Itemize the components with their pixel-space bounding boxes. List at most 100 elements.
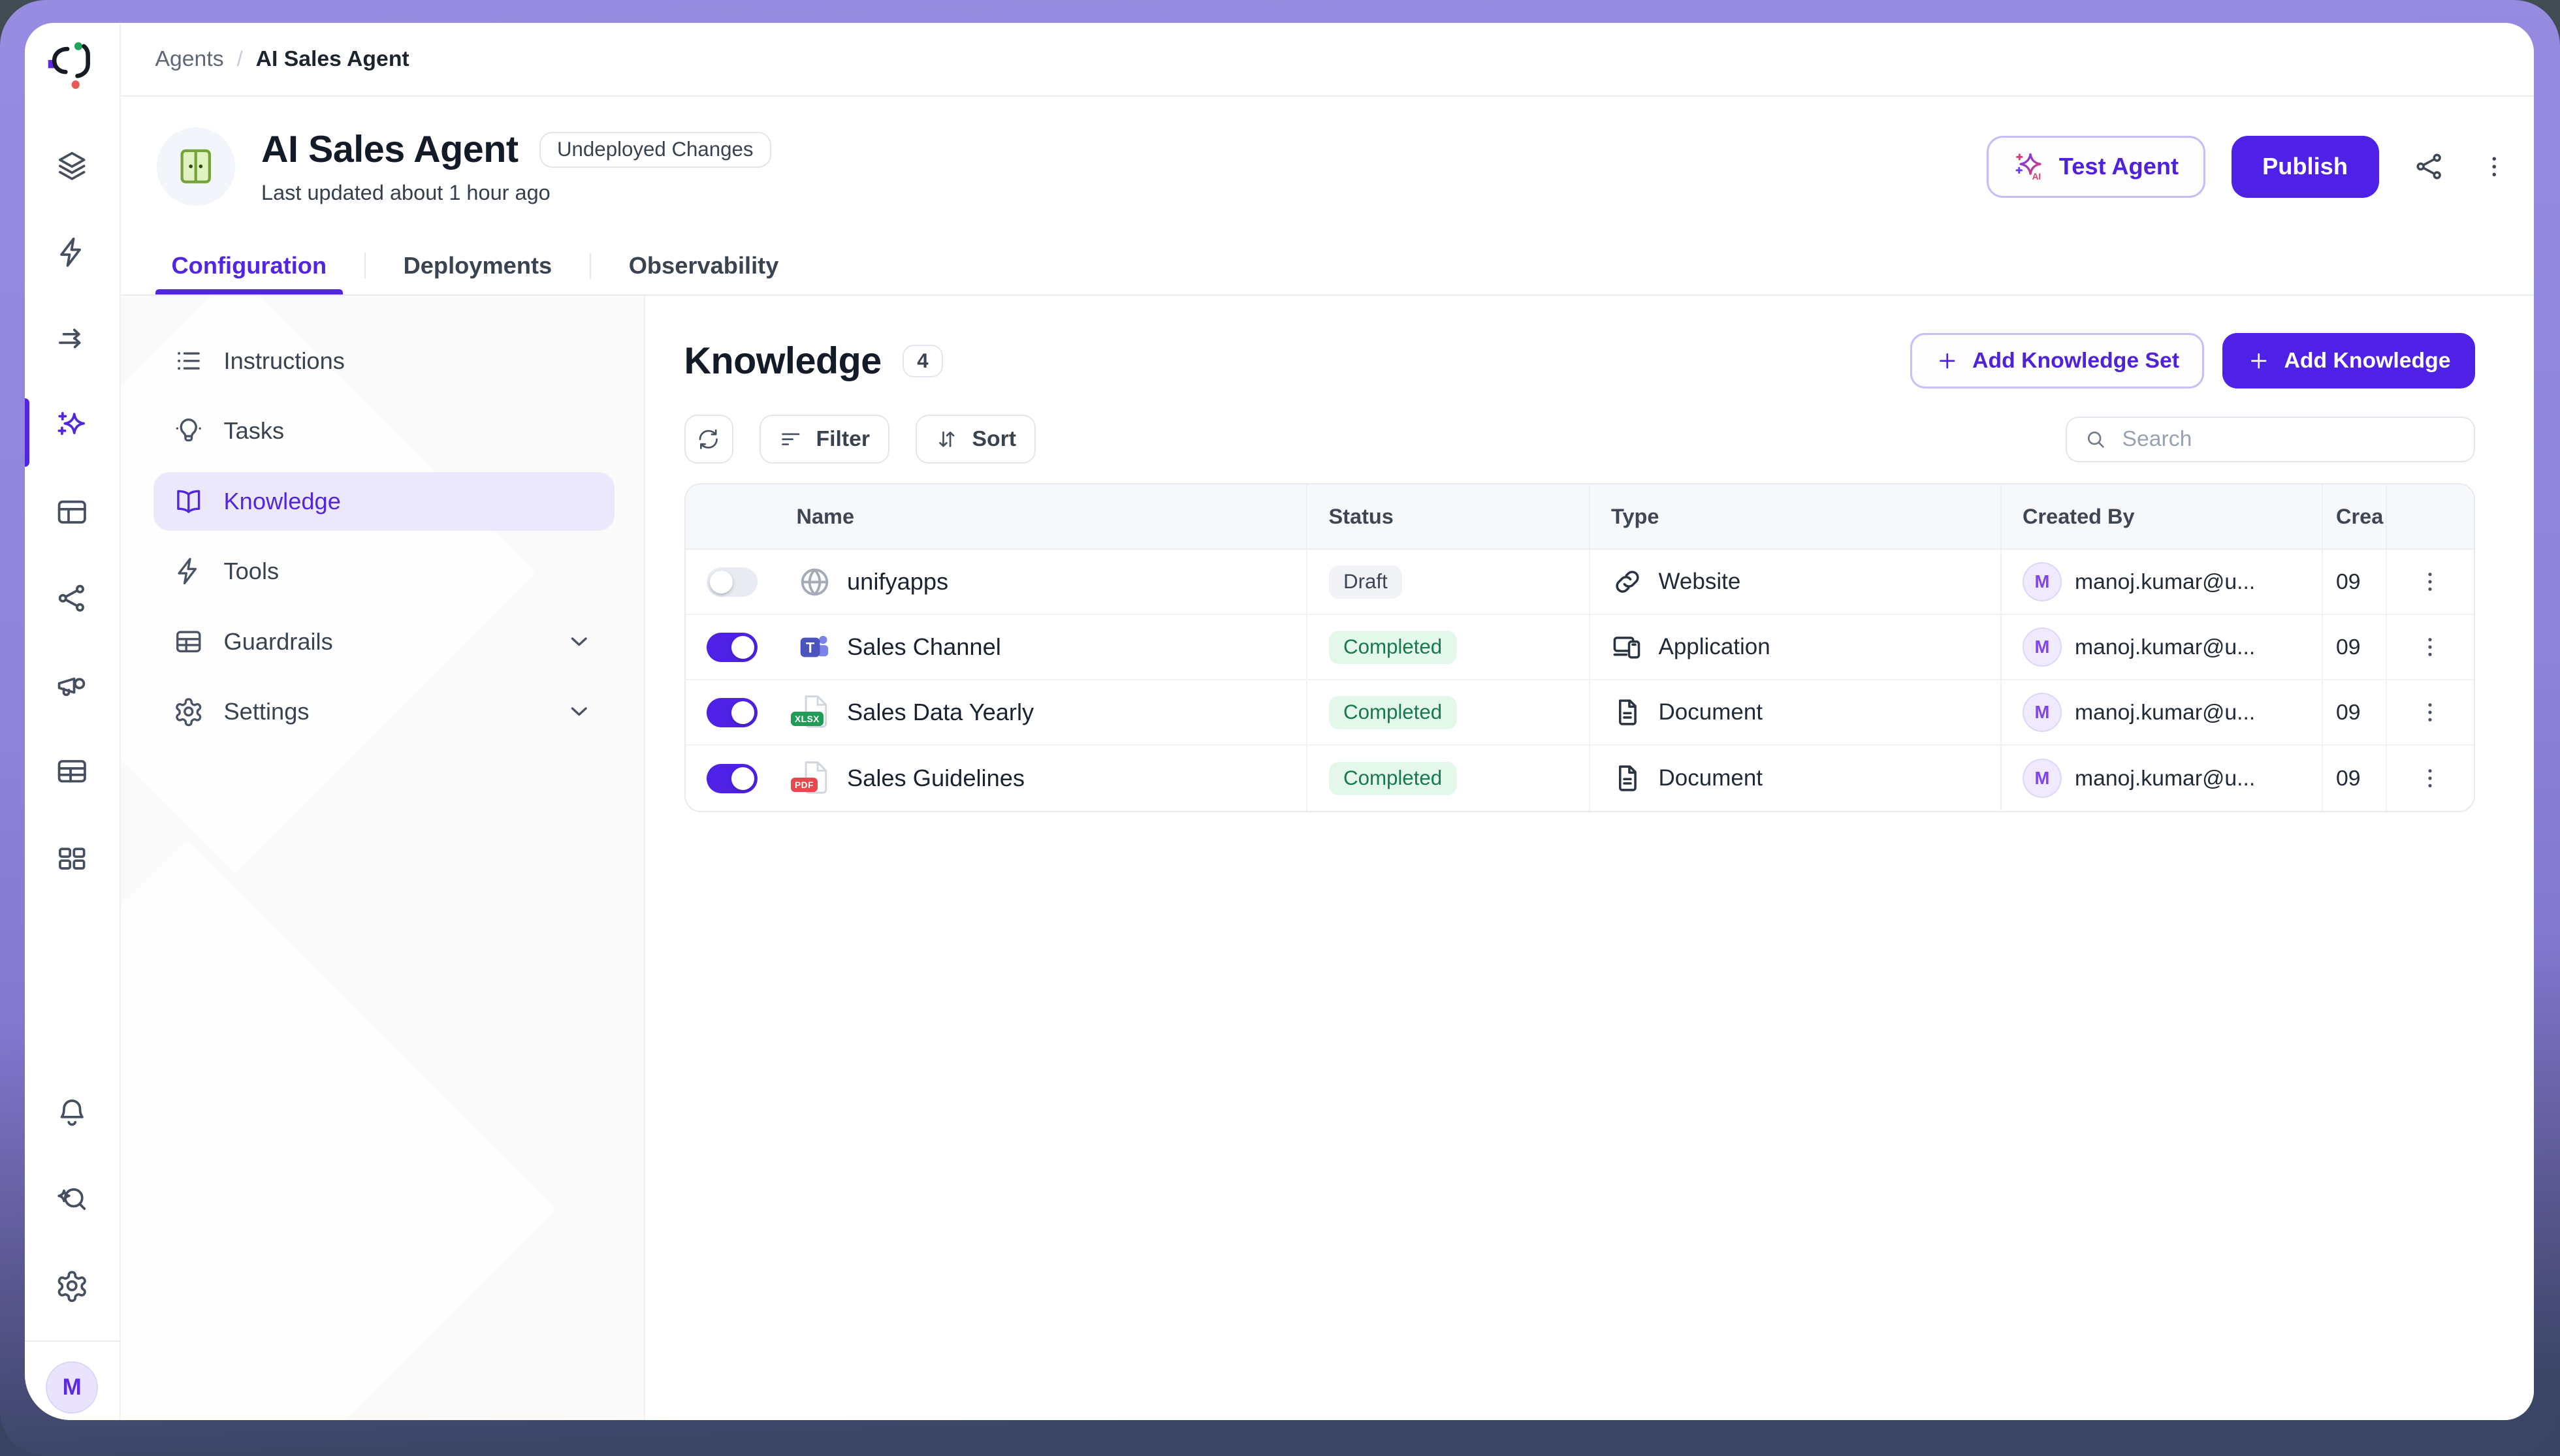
created-at-cell: 09	[2323, 746, 2387, 811]
rail-item-ai-search[interactable]	[55, 1182, 89, 1217]
undeployed-changes-badge: Undeployed Changes	[539, 132, 771, 168]
creator-avatar: M	[2023, 562, 2062, 601]
doc-icon	[1611, 696, 1644, 729]
row-kebab-icon[interactable]	[2417, 699, 2443, 725]
tab-bar: Configuration Deployments Observability	[121, 237, 2534, 296]
sidebar-item-label: Tools	[224, 558, 280, 585]
publish-button[interactable]: Publish	[2232, 136, 2379, 198]
rail-item-apps-grid[interactable]	[55, 841, 89, 876]
table-row[interactable]: TSales ChannelCompletedApplicationMmanoj…	[686, 615, 2474, 680]
refresh-icon	[696, 427, 721, 452]
breadcrumb-separator: /	[237, 47, 243, 71]
rail-item-bell[interactable]	[55, 1096, 89, 1130]
add-knowledge-set-button[interactable]: Add Knowledge Set	[1910, 333, 2204, 388]
search-input[interactable]	[2119, 425, 2458, 454]
column-header: Status	[1307, 484, 1590, 548]
chevron-down-icon	[564, 626, 595, 657]
sort-button[interactable]: Sort	[916, 415, 1036, 464]
page-title: AI Sales Agent	[261, 128, 518, 171]
sidebar-item-label: Guardrails	[224, 628, 333, 656]
svg-text:T: T	[805, 639, 814, 656]
sidebar-item-label: Knowledge	[224, 488, 341, 515]
table-row[interactable]: unifyappsDraftWebsiteMmanoj.kumar@u...09	[686, 550, 2474, 615]
user-avatar[interactable]: M	[46, 1361, 98, 1414]
rail-item-arrows-right[interactable]	[55, 322, 89, 356]
row-kebab-icon[interactable]	[2417, 569, 2443, 595]
sidebar-item-label: Settings	[224, 698, 310, 725]
breadcrumb-agents-link[interactable]: Agents	[155, 46, 224, 72]
refresh-button[interactable]	[684, 415, 733, 464]
share-icon[interactable]	[2413, 150, 2446, 183]
add-knowledge-button[interactable]: Add Knowledge	[2222, 333, 2476, 388]
sidebar-item-guardrails[interactable]: Guardrails	[153, 612, 615, 671]
row-enabled-toggle[interactable]	[707, 698, 758, 727]
row-kebab-icon[interactable]	[2417, 634, 2443, 660]
column-header: Type	[1590, 484, 2002, 548]
table-row[interactable]: XLSXSales Data YearlyCompletedDocumentMm…	[686, 680, 2474, 746]
list-icon	[173, 345, 204, 377]
column-header: Crea	[2323, 484, 2387, 548]
sidebar-item-knowledge[interactable]: Knowledge	[153, 472, 615, 531]
breadcrumb: Agents / AI Sales Agent	[121, 23, 2534, 97]
creator-avatar: M	[2023, 759, 2062, 798]
plus-icon	[1935, 349, 1960, 373]
filter-button[interactable]: Filter	[760, 415, 889, 464]
rail-item-bolt[interactable]	[55, 235, 89, 270]
rail-item-layout-panel[interactable]	[55, 495, 89, 530]
row-enabled-toggle[interactable]	[707, 633, 758, 662]
arrows-right-icon	[55, 322, 89, 356]
row-enabled-toggle[interactable]	[707, 764, 758, 793]
test-agent-button[interactable]: AI Test Agent	[1987, 136, 2205, 198]
knowledge-count-badge: 4	[903, 345, 942, 377]
created-at-cell: 09	[2323, 550, 2387, 614]
app-rail: M	[25, 23, 121, 1420]
filter-icon	[778, 427, 803, 452]
bolt-icon	[173, 556, 204, 587]
sidebar-item-label: Instructions	[224, 347, 345, 375]
sidebar-item-tasks[interactable]: Tasks	[153, 402, 615, 460]
rail-item-ai-sparkles[interactable]	[55, 408, 89, 443]
rail-item-layers[interactable]	[55, 149, 89, 183]
type-label: Application	[1659, 634, 1770, 660]
rail-item-data-table[interactable]	[55, 754, 89, 789]
chevron-down-icon	[564, 696, 595, 727]
book-open-icon	[173, 486, 204, 517]
creator-email: manoj.kumar@u...	[2075, 766, 2255, 791]
test-agent-label: Test Agent	[2059, 153, 2179, 180]
ai-search-icon	[55, 1182, 89, 1217]
created-at-cell: 09	[2323, 680, 2387, 744]
sidebar-item-instructions[interactable]: Instructions	[153, 332, 615, 390]
agent-cabinet-icon	[174, 144, 218, 189]
add-knowledge-set-label: Add Knowledge Set	[1972, 348, 2179, 373]
table-row[interactable]: PDFSales GuidelinesCompletedDocumentMman…	[686, 746, 2474, 811]
ai-sparkles-icon	[55, 408, 89, 443]
tab-observability[interactable]: Observability	[613, 237, 795, 294]
add-knowledge-label: Add Knowledge	[2284, 348, 2451, 373]
rail-item-settings-gear[interactable]	[55, 1269, 89, 1303]
row-name: unifyapps	[847, 568, 948, 595]
sidebar-item-settings[interactable]: Settings	[153, 682, 615, 741]
sidebar-item-tools[interactable]: Tools	[153, 542, 615, 601]
settings-gear-icon	[173, 696, 204, 727]
creator-avatar: M	[2023, 627, 2062, 667]
tab-deployments[interactable]: Deployments	[387, 237, 569, 294]
rail-active-indicator	[25, 398, 30, 467]
svg-text:AI: AI	[2032, 172, 2041, 182]
rail-item-megaphone[interactable]	[55, 668, 89, 703]
created-at-cell: 09	[2323, 615, 2387, 679]
row-name: Sales Guidelines	[847, 765, 1025, 792]
rail-item-share-nodes[interactable]	[55, 581, 89, 616]
app-window: M Agents / AI Sales Agent AI Sales Agent	[25, 23, 2535, 1420]
pdf-file-icon: PDF	[797, 759, 832, 797]
doc-icon	[1611, 762, 1644, 795]
row-enabled-toggle[interactable]	[707, 567, 758, 597]
ai-sparkle-icon: AI	[2013, 150, 2046, 183]
creator-email: manoj.kumar@u...	[2075, 700, 2255, 725]
row-kebab-icon[interactable]	[2417, 765, 2443, 791]
grid-table-icon	[173, 626, 204, 657]
tab-configuration[interactable]: Configuration	[155, 237, 344, 294]
config-sidebar: Instructions Tasks Knowledge Tools Guardrail…	[121, 296, 645, 1421]
knowledge-panel: Knowledge 4 Add Knowledge Set Add Knowle…	[645, 296, 2535, 1421]
tab-separator	[364, 253, 366, 279]
kebab-menu-icon[interactable]	[2480, 153, 2508, 181]
